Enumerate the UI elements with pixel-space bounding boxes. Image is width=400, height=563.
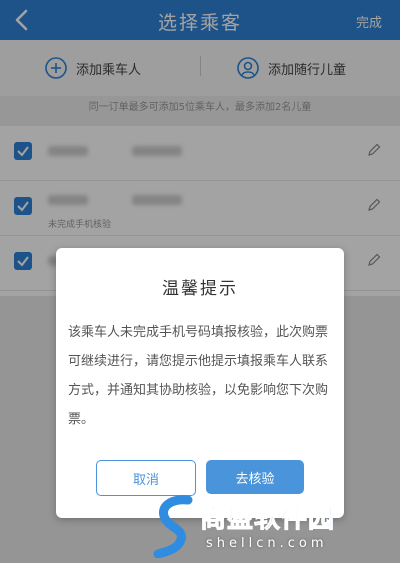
dialog-message: 该乘车人未完成手机号码填报核验，此次购票可继续进行，请您提示他提示填报乘车人联系… — [68, 325, 329, 427]
tip-dialog: 温馨提示 该乘车人未完成手机号码填报核验，此次购票可继续进行，请您提示他提示填报… — [56, 248, 344, 518]
watermark-logo-icon — [153, 495, 193, 558]
watermark-text: 商盛软件园 — [199, 504, 336, 535]
dialog-title: 温馨提示 — [162, 279, 238, 299]
verify-button[interactable]: 去核验 — [206, 460, 304, 494]
watermark-url: shellcn.com — [206, 536, 328, 551]
site-watermark: 商盛软件园 shellcn.com — [148, 490, 400, 563]
